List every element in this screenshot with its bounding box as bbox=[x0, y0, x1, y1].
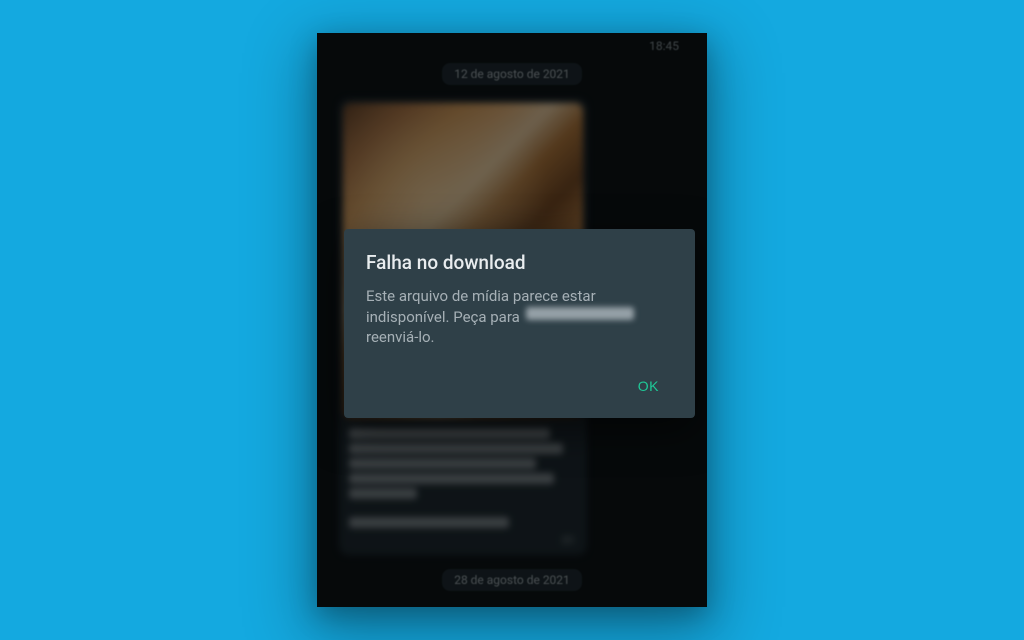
dialog-body: Este arquivo de mídia parece estar indis… bbox=[366, 286, 673, 348]
phone-screenshot: 18:45 12 de agosto de 2021 :51 28 de ago… bbox=[317, 33, 707, 607]
dialog-title: Falha no download bbox=[366, 251, 673, 274]
redacted-contact-name: xxxxxxxxx bbox=[526, 307, 634, 320]
download-failed-dialog: Falha no download Este arquivo de mídia … bbox=[344, 229, 695, 418]
dialog-body-suffix: reenviá-lo. bbox=[366, 328, 435, 346]
ok-button[interactable]: OK bbox=[624, 368, 673, 404]
dialog-actions: OK bbox=[366, 368, 673, 410]
